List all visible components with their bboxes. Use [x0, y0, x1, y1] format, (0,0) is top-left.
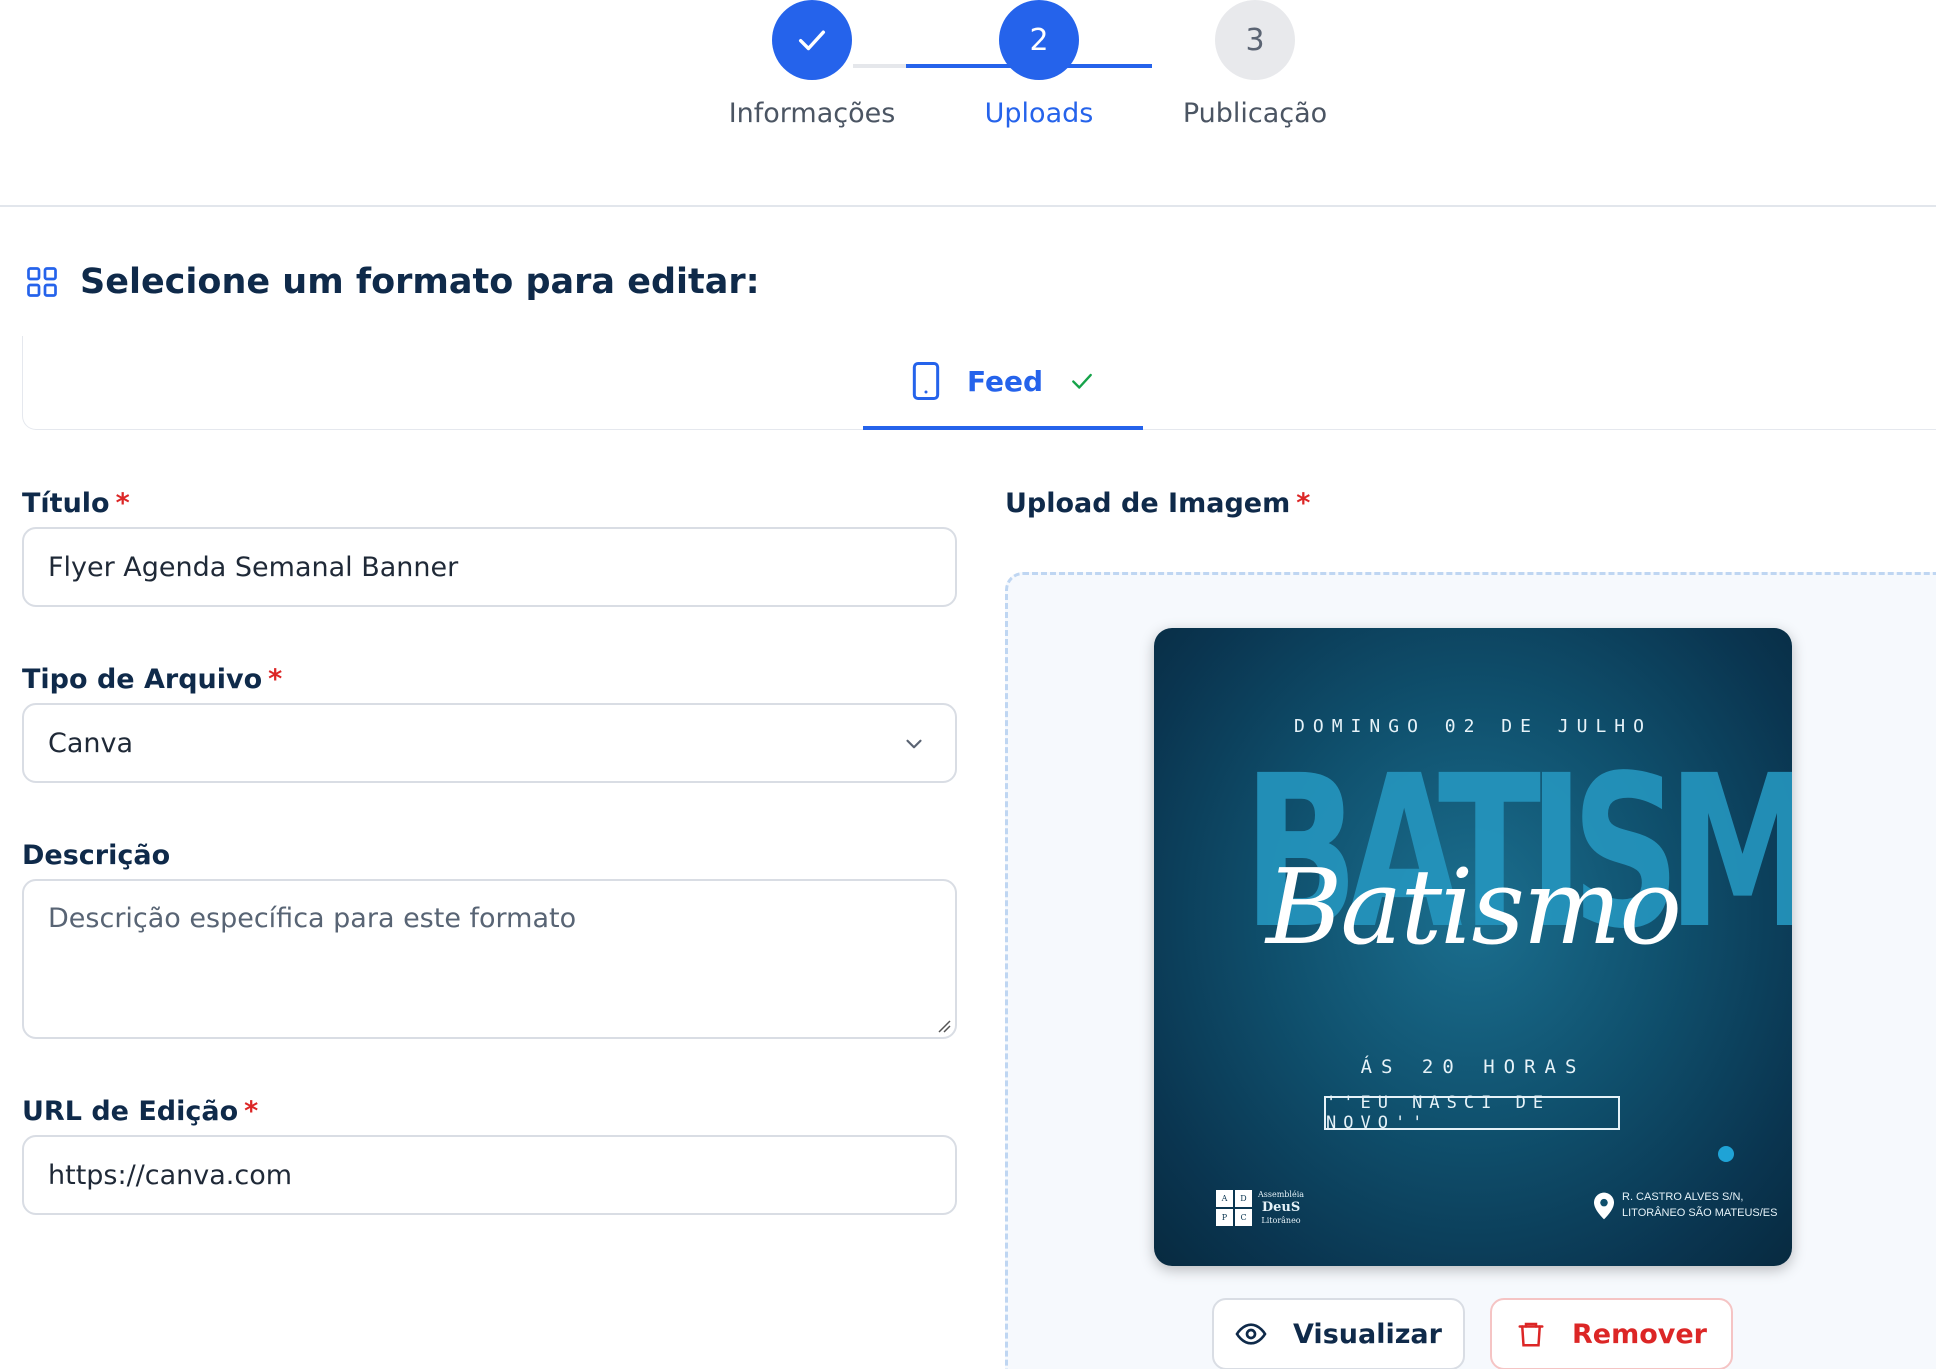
address-text: R. CASTRO ALVES S/N, LITORÂNEO SÃO MATEU…: [1622, 1190, 1777, 1222]
description-placeholder: Descrição específica para este formato: [48, 903, 577, 934]
preview-address: R. CASTRO ALVES S/N, LITORÂNEO SÃO MATEU…: [1594, 1190, 1777, 1222]
preview-dot: [1718, 1146, 1734, 1162]
address-line2: LITORÂNEO SÃO MATEUS/ES: [1622, 1206, 1778, 1219]
edit-url-label: URL de Edição *: [22, 1096, 258, 1127]
title-input-value: Flyer Agenda Semanal Banner: [48, 551, 459, 583]
edit-url-label-text: URL de Edição: [22, 1096, 239, 1127]
format-tabs: Feed: [22, 336, 1936, 430]
check-icon: [1072, 373, 1092, 389]
step-3-circle: 3: [1215, 0, 1295, 80]
logo-letter: A: [1216, 1190, 1233, 1208]
description-label: Descrição: [22, 840, 170, 871]
map-pin-icon: [1594, 1192, 1614, 1220]
preview-script-text: Batismo: [1265, 846, 1682, 968]
image-preview: DOMINGO 02 DE JULHO BATISMO Batismo ÁS 2…: [1154, 628, 1792, 1266]
step-publicacao[interactable]: 3 Publicação: [1105, 0, 1405, 140]
file-type-label: Tipo de Arquivo *: [22, 664, 282, 695]
grid-icon: [27, 267, 57, 297]
logo-letter: C: [1235, 1209, 1252, 1227]
remove-button-label: Remover: [1571, 1318, 1707, 1350]
file-type-value: Canva: [48, 727, 134, 759]
view-button[interactable]: Visualizar: [1212, 1298, 1465, 1369]
file-type-label-text: Tipo de Arquivo: [22, 664, 263, 695]
file-type-select[interactable]: Canva: [22, 703, 957, 783]
required-mark: *: [1296, 488, 1311, 519]
required-mark: *: [268, 664, 283, 695]
section-header: Selecione um formato para editar:: [24, 262, 760, 302]
preview-time: ÁS 20 HORAS: [1360, 1056, 1586, 1078]
tab-feed-label: Feed: [966, 364, 1043, 398]
remove-button[interactable]: Remover: [1490, 1298, 1733, 1369]
step-1-circle: [772, 0, 852, 80]
church-logo: A D P C Assembléia DeuS Litorâneo: [1216, 1190, 1304, 1227]
view-button-label: Visualizar: [1293, 1318, 1442, 1350]
step-3-label: Publicação: [1182, 98, 1328, 129]
logo-letter: P: [1216, 1209, 1233, 1227]
logo-line2: DeuS: [1261, 1200, 1301, 1215]
stepper: Informações 2 Uploads 3 Publicação: [0, 0, 1936, 207]
resize-handle-icon[interactable]: [935, 1017, 951, 1033]
eye-icon: [1235, 1323, 1267, 1345]
tab-feed[interactable]: Feed: [863, 336, 1143, 430]
logo-line1: Assembléia: [1258, 1190, 1305, 1199]
required-mark: *: [244, 1096, 259, 1127]
description-label-text: Descrição: [22, 840, 171, 871]
page: Informações 2 Uploads 3 Publicação Selec…: [0, 0, 1936, 1369]
upload-label: Upload de Imagem *: [1005, 488, 1310, 519]
logo-letter: D: [1235, 1190, 1252, 1208]
address-line1: R. CASTRO ALVES S/N,: [1622, 1191, 1744, 1203]
check-icon: [798, 30, 826, 51]
edit-url-input[interactable]: https://canva.com: [22, 1135, 957, 1215]
preview-quote: ''EU NASCI DE NOVO'': [1324, 1093, 1620, 1133]
step-2-circle: 2: [999, 0, 1079, 80]
logo-emblem: A D P C: [1216, 1190, 1252, 1227]
title-input[interactable]: Flyer Agenda Semanal Banner: [22, 527, 957, 607]
trash-icon: [1518, 1322, 1544, 1347]
section-title: Selecione um formato para editar:: [80, 262, 760, 302]
chevron-down-icon: [906, 739, 922, 749]
phone-icon: [912, 362, 940, 400]
required-mark: *: [115, 488, 130, 519]
upload-label-text: Upload de Imagem: [1005, 488, 1291, 519]
logo-line3: Litorâneo: [1261, 1216, 1301, 1226]
title-label: Título *: [22, 488, 130, 519]
description-textarea[interactable]: Descrição específica para este formato: [22, 879, 957, 1039]
title-label-text: Título: [22, 488, 110, 519]
logo-text: Assembléia DeuS Litorâneo: [1258, 1190, 1304, 1226]
edit-url-value: https://canva.com: [48, 1159, 293, 1191]
